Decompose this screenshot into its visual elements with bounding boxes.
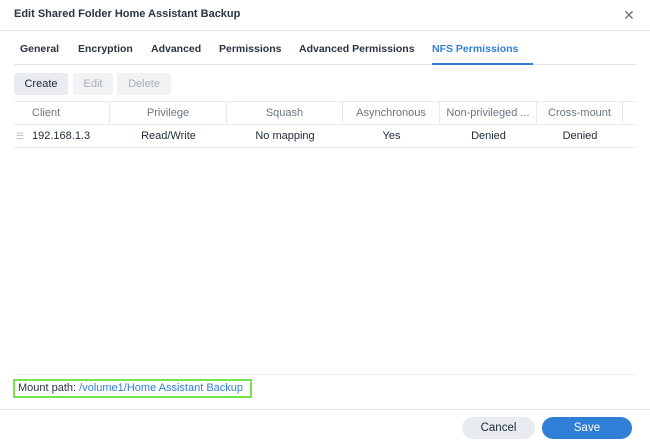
column-header-client[interactable]: Client	[14, 102, 110, 124]
dialog-title: Edit Shared Folder Home Assistant Backup	[14, 8, 241, 20]
create-button[interactable]: Create	[14, 73, 68, 95]
tab-encryption[interactable]: Encryption	[78, 43, 133, 55]
tab-bar: General Encryption Advanced Permissions …	[14, 36, 636, 65]
column-header-squash[interactable]: Squash	[227, 102, 343, 124]
column-header-cross-mount[interactable]: Cross-mount	[537, 102, 623, 124]
edit-button[interactable]: Edit	[73, 73, 113, 95]
delete-button[interactable]: Delete	[117, 73, 171, 95]
table-header: Client Privilege Squash Asynchronous Non…	[14, 101, 636, 125]
nfs-rules-table: Client Privilege Squash Asynchronous Non…	[14, 101, 636, 148]
save-button[interactable]: Save	[542, 417, 632, 439]
tab-advanced-permissions[interactable]: Advanced Permissions	[299, 43, 415, 55]
cell-client: 192.168.1.3	[32, 130, 91, 142]
active-tab-indicator	[432, 63, 533, 65]
tab-nfs-permissions[interactable]: NFS Permissions	[432, 43, 518, 55]
divider	[14, 374, 636, 375]
cell-non-privileged: Denied	[471, 130, 506, 142]
column-header-asynchronous[interactable]: Asynchronous	[343, 102, 440, 124]
column-header-non-privileged[interactable]: Non-privileged ...	[440, 102, 537, 124]
footer-divider	[0, 409, 650, 410]
tab-general[interactable]: General	[20, 43, 59, 55]
close-icon[interactable]: ✕	[620, 6, 638, 24]
tab-advanced[interactable]: Advanced	[151, 43, 201, 55]
mount-path: Mount path: /volume1/Home Assistant Back…	[13, 379, 252, 398]
cell-squash: No mapping	[255, 130, 315, 142]
dialog-titlebar: Edit Shared Folder Home Assistant Backup…	[0, 0, 650, 31]
cell-privilege: Read/Write	[141, 130, 196, 142]
column-header-privilege[interactable]: Privilege	[110, 102, 227, 124]
mount-path-label: Mount path:	[18, 382, 77, 394]
table-row[interactable]: ☰ 192.168.1.3 Read/Write No mapping Yes …	[14, 125, 636, 148]
tab-permissions[interactable]: Permissions	[219, 43, 281, 55]
cell-asynchronous: Yes	[382, 130, 401, 142]
cancel-button[interactable]: Cancel	[462, 417, 535, 439]
mount-path-link[interactable]: /volume1/Home Assistant Backup	[79, 382, 243, 394]
cell-cross-mount: Denied	[562, 130, 598, 142]
